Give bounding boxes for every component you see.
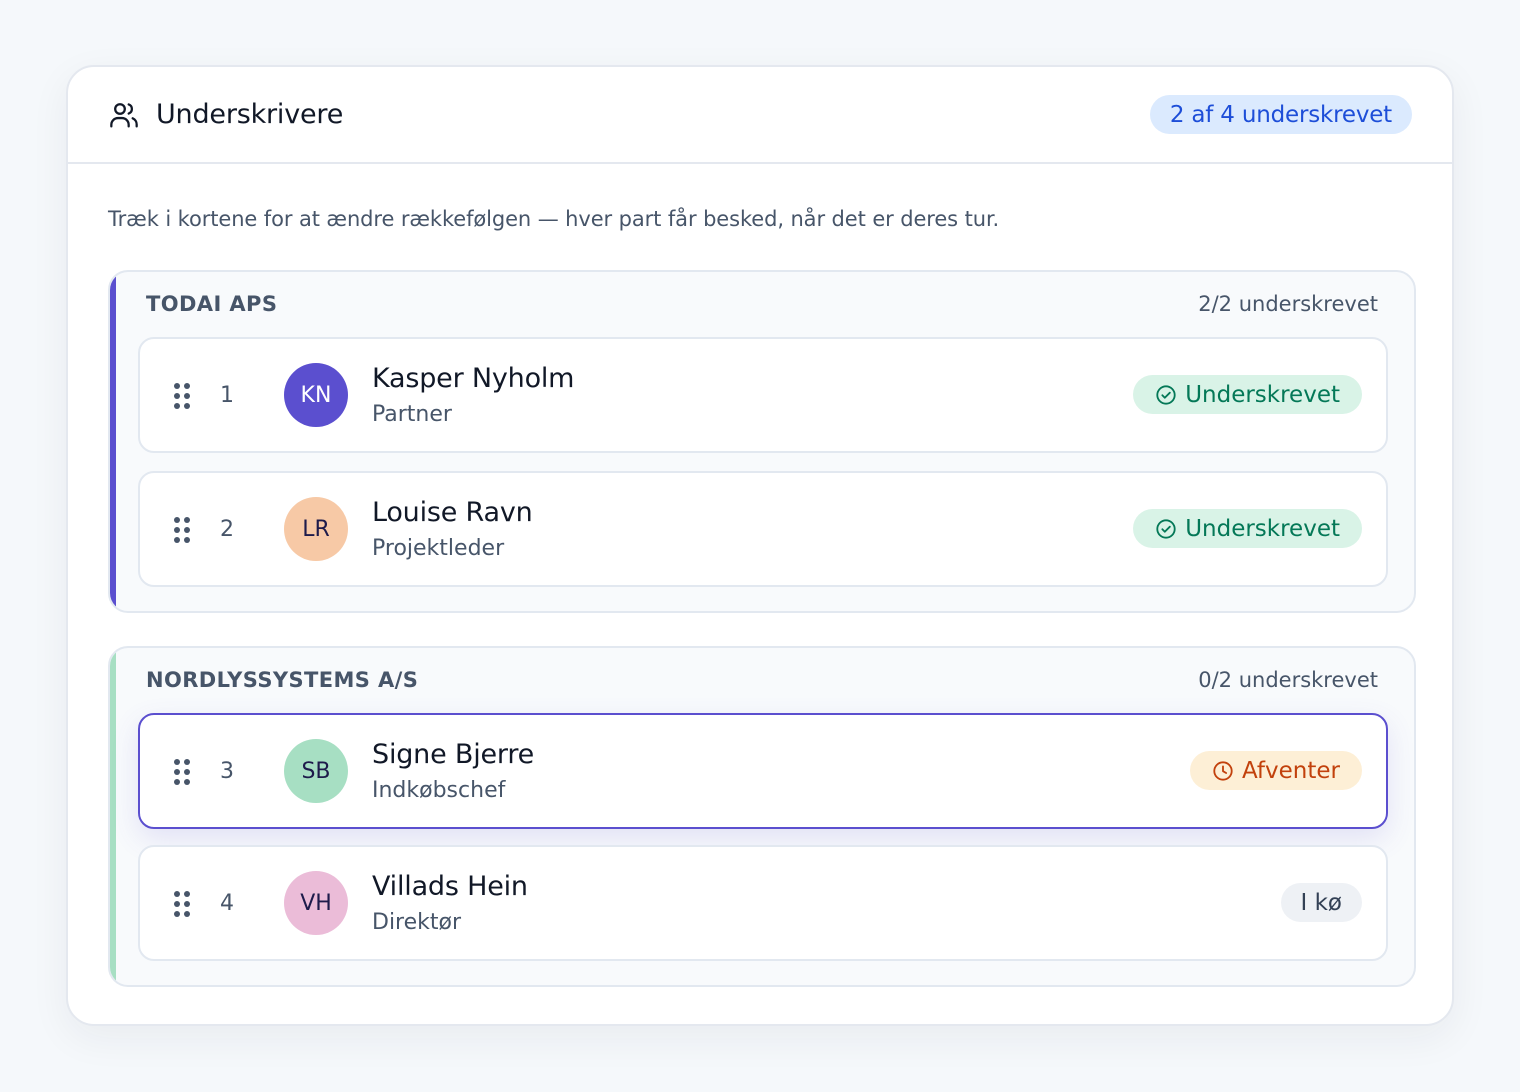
- group-header: NORDLYSSYSTEMS A/S 0/2 underskrevet: [146, 664, 1378, 696]
- drag-handle-icon[interactable]: [174, 759, 190, 785]
- signer-order: 3: [220, 758, 234, 784]
- signer-role: Indkøbschef: [372, 778, 506, 803]
- signers-card: Underskrivere 2 af 4 underskrevet Træk i…: [66, 65, 1454, 1026]
- users-icon: [108, 99, 140, 131]
- signer-group-todai: TODAI APS 2/2 underskrevet 1 KN Kasper N…: [108, 270, 1416, 613]
- status-badge: Underskrevet: [1133, 375, 1362, 414]
- signer-role: Projektleder: [372, 536, 505, 561]
- status-label: Underskrevet: [1185, 381, 1340, 408]
- check-circle-icon: [1156, 518, 1176, 539]
- reorder-instruction: Træk i kortene for at ændre rækkefølgen …: [108, 207, 1000, 231]
- avatar: SB: [284, 739, 348, 803]
- signer-name: Louise Ravn: [372, 497, 533, 528]
- signer-card[interactable]: 1 KN Kasper Nyholm Partner Underskrevet: [138, 337, 1388, 453]
- group-signed-count: 2/2 underskrevet: [1198, 292, 1378, 316]
- drag-handle-icon[interactable]: [174, 383, 190, 409]
- check-circle-icon: [1156, 384, 1176, 405]
- signer-card[interactable]: 2 LR Louise Ravn Projektleder Underskrev…: [138, 471, 1388, 587]
- signer-name: Villads Hein: [372, 871, 528, 902]
- signer-order: 2: [220, 516, 234, 542]
- signer-info: Louise Ravn Projektleder: [372, 495, 533, 565]
- avatar: LR: [284, 497, 348, 561]
- group-header: TODAI APS 2/2 underskrevet: [146, 288, 1378, 320]
- signer-card[interactable]: 4 VH Villads Hein Direktør I kø: [138, 845, 1388, 961]
- signed-progress-badge: 2 af 4 underskrevet: [1149, 95, 1412, 134]
- signer-name: Kasper Nyholm: [372, 363, 575, 394]
- status-label: Afventer: [1242, 757, 1340, 784]
- avatar: KN: [284, 363, 348, 427]
- clock-icon: [1213, 760, 1233, 781]
- signer-name: Signe Bjerre: [372, 739, 535, 770]
- signer-group-nordlyssystems: NORDLYSSYSTEMS A/S 0/2 underskrevet 3 SB…: [108, 646, 1416, 987]
- group-name: TODAI APS: [146, 292, 278, 316]
- drag-handle-icon[interactable]: [174, 891, 190, 917]
- status-label: I kø: [1300, 889, 1343, 916]
- signer-info: Signe Bjerre Indkøbschef: [372, 737, 534, 807]
- signer-role: Partner: [372, 402, 452, 427]
- status-badge: I kø: [1280, 883, 1362, 922]
- signer-info: Kasper Nyholm Partner: [372, 361, 574, 431]
- group-name: NORDLYSSYSTEMS A/S: [146, 668, 419, 692]
- drag-handle-icon[interactable]: [174, 517, 190, 543]
- status-badge: Underskrevet: [1133, 509, 1362, 548]
- signer-order: 4: [220, 890, 234, 916]
- card-header: Underskrivere 2 af 4 underskrevet: [68, 67, 1452, 164]
- card-header-left: Underskrivere: [108, 99, 343, 131]
- status-label: Underskrevet: [1185, 515, 1340, 542]
- signer-role: Direktør: [372, 910, 462, 935]
- signer-order: 1: [220, 382, 234, 408]
- avatar: VH: [284, 871, 348, 935]
- group-signed-count: 0/2 underskrevet: [1198, 668, 1378, 692]
- card-title: Underskrivere: [156, 99, 344, 130]
- status-badge: Afventer: [1190, 751, 1362, 790]
- signer-info: Villads Hein Direktør: [372, 869, 528, 939]
- signer-card-active[interactable]: 3 SB Signe Bjerre Indkøbschef Afventer: [138, 713, 1388, 829]
